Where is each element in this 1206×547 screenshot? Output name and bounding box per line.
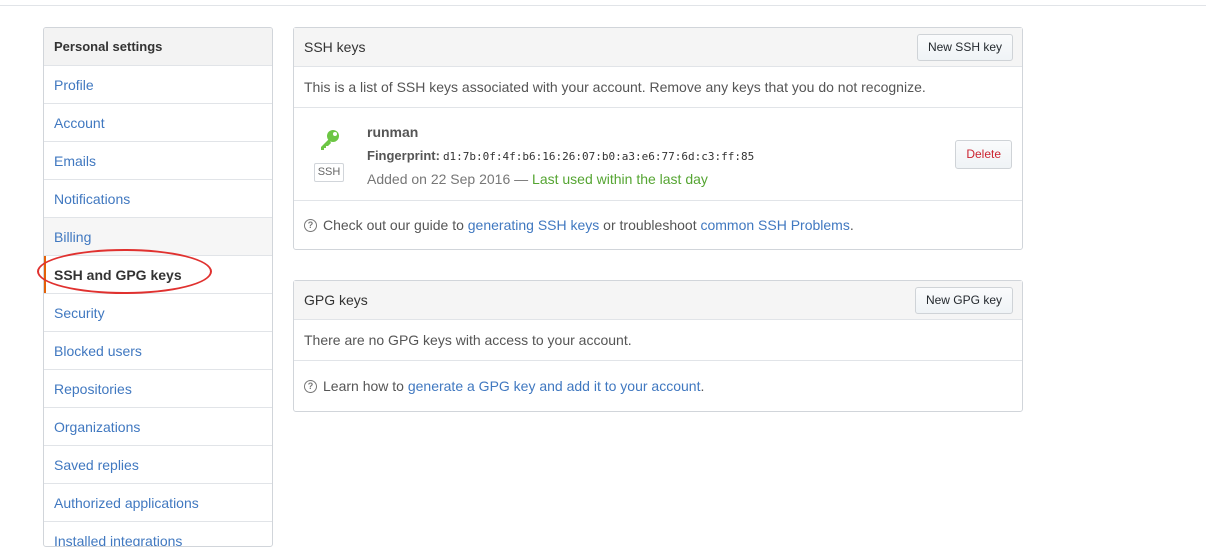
sidebar-header: Personal settings xyxy=(44,28,272,66)
top-divider xyxy=(0,5,1206,6)
sidebar-item-account[interactable]: Account xyxy=(44,104,272,142)
ssh-key-item: SSH runman Fingerprint: d1:7b:0f:4f:b6:16… xyxy=(294,108,1022,201)
sidebar-item-authorized-applications[interactable]: Authorized applications xyxy=(44,484,272,522)
sidebar-item-saved-replies[interactable]: Saved replies xyxy=(44,446,272,484)
sidebar-item-emails[interactable]: Emails xyxy=(44,142,272,180)
sidebar-item-security[interactable]: Security xyxy=(44,294,272,332)
sidebar-item-billing[interactable]: Billing xyxy=(44,218,272,256)
ssh-key-fingerprint-line: Fingerprint: d1:7b:0f:4f:b6:16:26:07:b0:a… xyxy=(367,148,754,163)
gpg-keys-description: There are no GPG keys with access to you… xyxy=(294,320,1022,361)
settings-sidebar: Personal settings Profile Account Emails… xyxy=(43,27,273,547)
sidebar-item-ssh-gpg-keys[interactable]: SSH and GPG keys xyxy=(44,256,272,294)
key-icon xyxy=(321,130,339,150)
delete-ssh-key-button[interactable]: Delete xyxy=(955,140,1012,169)
gpg-keys-header: GPG keys New GPG key xyxy=(294,281,1022,320)
gpg-keys-title: GPG keys xyxy=(304,292,368,308)
ssh-key-icon-group: SSH xyxy=(314,128,344,188)
sidebar-item-organizations[interactable]: Organizations xyxy=(44,408,272,446)
fingerprint-value: d1:7b:0f:4f:b6:16:26:07:b0:a3:e6:77:6d:c… xyxy=(442,150,755,163)
gpg-keys-panel: GPG keys New GPG key There are no GPG ke… xyxy=(293,280,1023,412)
ssh-key-last-used: Last used within the last day xyxy=(532,171,708,187)
sidebar-item-blocked-users[interactable]: Blocked users xyxy=(44,332,272,370)
question-icon: ? xyxy=(304,379,317,393)
common-ssh-problems-link[interactable]: common SSH Problems xyxy=(700,217,849,233)
sidebar-item-installed-integrations[interactable]: Installed integrations xyxy=(44,522,272,546)
new-gpg-key-button[interactable]: New GPG key xyxy=(914,287,1013,314)
gpg-help-suffix: . xyxy=(700,378,705,394)
ssh-key-name: runman xyxy=(367,124,419,140)
ssh-key-added-date: Added on 22 Sep 2016 — xyxy=(367,171,533,187)
ssh-help-prefix: Check out our guide to xyxy=(323,217,468,233)
ssh-help-row: ? Check out our guide to generating SSH k… xyxy=(294,201,1022,249)
gpg-help-prefix: Learn how to xyxy=(323,378,408,394)
generate-gpg-key-link[interactable]: generate a GPG key and add it to your ac… xyxy=(408,378,701,394)
generating-ssh-keys-link[interactable]: generating SSH keys xyxy=(468,217,600,233)
ssh-keys-description: This is a list of SSH keys associated wi… xyxy=(294,67,1022,108)
ssh-keys-header: SSH keys New SSH key xyxy=(294,28,1022,67)
sidebar-item-profile[interactable]: Profile xyxy=(44,66,272,104)
ssh-key-added-line: Added on 22 Sep 2016 — Last used within … xyxy=(367,171,708,187)
sidebar-item-notifications[interactable]: Notifications xyxy=(44,180,272,218)
ssh-help-middle: or troubleshoot xyxy=(599,217,701,233)
gpg-help-row: ? Learn how to generate a GPG key and add… xyxy=(294,361,1022,411)
ssh-keys-title: SSH keys xyxy=(304,39,366,55)
sidebar-item-repositories[interactable]: Repositories xyxy=(44,370,272,408)
question-icon: ? xyxy=(304,218,317,232)
ssh-help-suffix: . xyxy=(849,217,854,233)
ssh-keys-panel: SSH keys New SSH key This is a list of S… xyxy=(293,27,1023,250)
new-ssh-key-button[interactable]: New SSH key xyxy=(916,34,1013,61)
ssh-key-type-badge: SSH xyxy=(314,163,344,182)
fingerprint-label: Fingerprint: xyxy=(367,148,440,163)
